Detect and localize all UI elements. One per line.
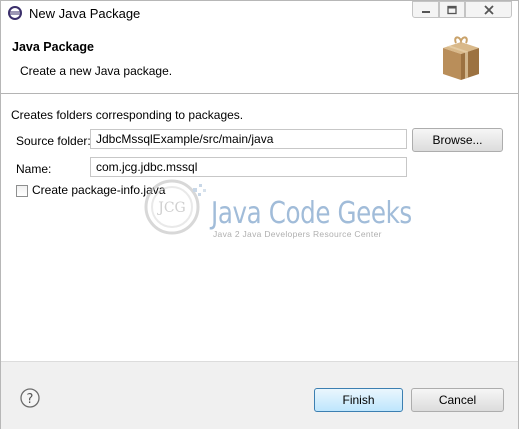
svg-text:JCG: JCG xyxy=(156,200,186,216)
jcg-logo: JCG xyxy=(141,174,207,240)
dialog-window: New Java Package Java Package Create a n… xyxy=(0,0,519,429)
watermark-subtitle: Java 2 Java Developers Resource Center xyxy=(213,229,382,239)
minimize-button[interactable] xyxy=(412,1,439,18)
svg-text:?: ? xyxy=(27,392,34,407)
button-bar: ? Finish Cancel xyxy=(1,361,518,429)
wizard-content: Creates folders corresponding to package… xyxy=(1,94,518,361)
banner-title: Java Package xyxy=(12,40,95,54)
minimize-icon xyxy=(421,10,430,13)
help-icon[interactable]: ? xyxy=(20,388,40,408)
banner-description: Create a new Java package. xyxy=(20,64,173,78)
title-bar: New Java Package xyxy=(1,1,518,27)
close-icon xyxy=(483,4,494,15)
close-button[interactable] xyxy=(465,1,512,18)
maximize-icon xyxy=(447,5,457,14)
source-folder-input[interactable] xyxy=(90,129,407,149)
name-label: Name: xyxy=(16,162,52,176)
description-text: Creates folders corresponding to package… xyxy=(11,108,244,122)
eclipse-icon xyxy=(7,5,23,21)
maximize-button[interactable] xyxy=(439,1,465,18)
window-title: New Java Package xyxy=(29,6,141,21)
browse-button[interactable]: Browse... xyxy=(412,128,503,152)
source-folder-label: Source folder: xyxy=(16,134,91,148)
create-package-info-checkbox[interactable] xyxy=(16,185,28,197)
package-name-input[interactable] xyxy=(90,157,407,177)
finish-button[interactable]: Finish xyxy=(314,388,403,412)
cancel-button[interactable]: Cancel xyxy=(411,388,504,412)
watermark-title: Java Code Geeks xyxy=(211,196,412,231)
package-icon xyxy=(439,34,483,84)
wizard-banner: Java Package Create a new Java package. xyxy=(1,28,518,94)
